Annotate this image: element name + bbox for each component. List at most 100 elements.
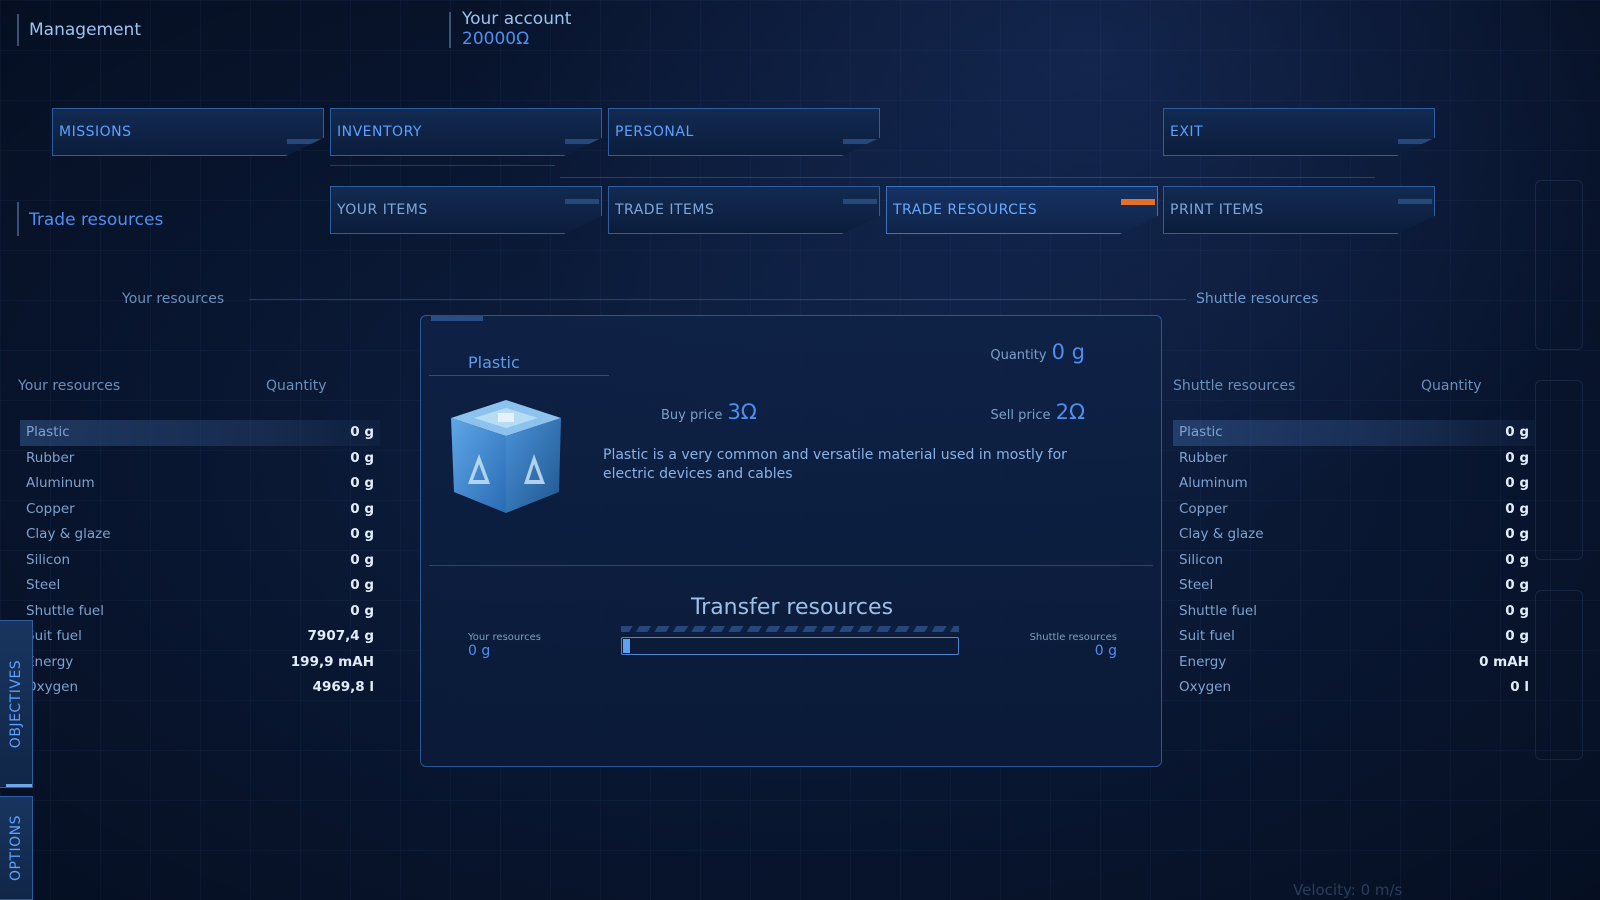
options-tab[interactable]: OPTIONS [0, 796, 33, 900]
quantity-display: Quantity 0 g [990, 340, 1085, 364]
tab-your-items[interactable]: YOUR ITEMS [330, 186, 602, 234]
tab-personal[interactable]: PERSONAL [608, 108, 880, 156]
tab-notch [287, 139, 321, 144]
table-row[interactable]: Silicon 0 g [20, 548, 380, 574]
transfer-slider-header [621, 626, 959, 632]
item-name-underline [429, 375, 609, 376]
account-label: Your account [462, 9, 572, 29]
tab-notch [565, 199, 599, 204]
resource-quantity: 0 g [1505, 602, 1529, 619]
table-row[interactable]: Steel 0 g [1173, 573, 1535, 599]
shuttle-resources-rows: Plastic 0 g Rubber 0 g Aluminum 0 g Copper 0 gC… [1173, 420, 1535, 701]
resource-name: Rubber [1179, 449, 1228, 466]
resource-quantity: 0 l [1510, 679, 1529, 695]
panel-tab-mark [431, 315, 483, 321]
hud-ghost-panel [1535, 380, 1583, 560]
table-row[interactable]: Energy 0 mAH [1173, 650, 1535, 676]
tab-personal-label: PERSONAL [615, 124, 694, 140]
tab-print-items-label: PRINT ITEMS [1170, 202, 1264, 218]
table-row[interactable]: Plastic 0 g [1173, 420, 1535, 446]
table-row[interactable]: Oxygen 4969,8 l [20, 675, 380, 701]
table-row[interactable]: Shuttle fuel 0 g [1173, 599, 1535, 625]
resource-quantity: 0 g [350, 577, 374, 593]
table-row[interactable]: Copper 0 g [20, 497, 380, 523]
resource-quantity: 199,9 mAH [290, 653, 374, 670]
resource-name: Steel [26, 577, 61, 593]
resource-name: Shuttle fuel [26, 602, 104, 619]
transfer-right-label: Shuttle resources [1029, 632, 1117, 643]
column-quantity-header: Quantity [266, 378, 327, 394]
transfer-shuttle-resources: Shuttle resources 0 g [1030, 632, 1117, 659]
buy-price-label: Buy price [661, 408, 723, 423]
panel-divider [429, 565, 1153, 566]
shuttle-resources-table: Shuttle resources Quantity Plastic 0 g Rub… [1173, 378, 1535, 695]
quantity-value: 0 g [1051, 340, 1085, 364]
column-name-header: Shuttle resources [1173, 378, 1296, 394]
shuttle-resources-heading: Shuttle resources [1196, 291, 1319, 307]
table-row[interactable]: Aluminum 0 g [20, 471, 380, 497]
transfer-slider-fill [623, 639, 630, 653]
transfer-slider[interactable] [621, 637, 959, 655]
tab-exit[interactable]: EXIT [1163, 108, 1435, 156]
table-row[interactable]: Silicon 0 g [1173, 548, 1535, 574]
resource-name: Silicon [26, 551, 71, 568]
active-tab-indicator [1121, 199, 1155, 205]
resource-quantity: 0 g [350, 602, 374, 619]
page-title: Management [29, 20, 141, 40]
hud-ghost-panel [1535, 180, 1583, 350]
table-row[interactable]: Suit fuel 7907,4 g [20, 624, 380, 650]
table-row[interactable]: Shuttle fuel 0 g [20, 599, 380, 625]
table-row[interactable]: Oxygen 0 l [1173, 675, 1535, 701]
table-row[interactable]: Rubber 0 g [20, 446, 380, 472]
tab-exit-label: EXIT [1170, 124, 1204, 140]
resource-quantity: 7907,4 g [307, 628, 374, 644]
resource-quantity: 0 g [1505, 475, 1529, 491]
resource-name: Aluminum [26, 475, 95, 491]
account-balance: 20000Ω [462, 29, 530, 49]
tab-inventory[interactable]: INVENTORY [330, 108, 602, 156]
tab-connector-line [560, 177, 1375, 178]
resource-quantity: 0 g [1505, 424, 1529, 440]
column-quantity-header: Quantity [1421, 378, 1482, 394]
table-row[interactable]: Clay & glaze 0 g [1173, 522, 1535, 548]
table-row[interactable]: Rubber 0 g [1173, 446, 1535, 472]
sell-price-value: 2Ω [1055, 400, 1085, 424]
objectives-tab[interactable]: OBJECTIVES [0, 620, 33, 788]
table-row[interactable]: Suit fuel 0 g [1173, 624, 1535, 650]
tab-trade-items-label: TRADE ITEMS [615, 202, 715, 218]
resource-name: Clay & glaze [26, 526, 111, 542]
resource-name: Oxygen [1179, 679, 1232, 695]
tab-print-items[interactable]: PRINT ITEMS [1163, 186, 1435, 234]
tab-notch [565, 139, 599, 144]
table-row[interactable]: Clay & glaze 0 g [20, 522, 380, 548]
options-tab-label: OPTIONS [8, 814, 24, 882]
quantity-label: Quantity [990, 348, 1047, 363]
resource-quantity: 0 g [1505, 551, 1529, 568]
resource-quantity: 0 g [1505, 628, 1529, 644]
transfer-right-value: 0 g [1094, 643, 1117, 659]
resource-name: Clay & glaze [1179, 526, 1264, 542]
sell-price-label: Sell price [990, 408, 1051, 423]
tab-trade-resources[interactable]: TRADE RESOURCES [886, 186, 1158, 234]
table-row[interactable]: Aluminum 0 g [1173, 471, 1535, 497]
tab-connector-line [330, 165, 555, 166]
recycle-cube-icon [446, 396, 567, 517]
tab-your-items-label: YOUR ITEMS [337, 202, 428, 218]
table-row[interactable]: Plastic 0 g [20, 420, 380, 446]
tab-trade-items[interactable]: TRADE ITEMS [608, 186, 880, 234]
resource-name: Aluminum [1179, 475, 1248, 491]
transfer-left-value: 0 g [468, 643, 491, 659]
your-resources-table: Your resources Quantity Plastic 0 g Rubber… [18, 378, 380, 695]
your-resources-rows: Plastic 0 g Rubber 0 g Aluminum 0 g Copper 0 gC… [20, 420, 380, 701]
table-row[interactable]: Copper 0 g [1173, 497, 1535, 523]
resource-name: Oxygen [26, 679, 79, 695]
your-resources-heading: Your resources [122, 291, 225, 307]
sell-price: Sell price 2Ω [991, 400, 1085, 424]
buy-price: Buy price 3Ω [661, 400, 757, 424]
resource-name: Suit fuel [26, 628, 82, 644]
heading-connector-line [249, 299, 1186, 300]
tab-missions[interactable]: MISSIONS [52, 108, 324, 156]
table-row[interactable]: Steel 0 g [20, 573, 380, 599]
table-row[interactable]: Energy 199,9 mAH [20, 650, 380, 676]
resource-name: Suit fuel [1179, 628, 1235, 644]
